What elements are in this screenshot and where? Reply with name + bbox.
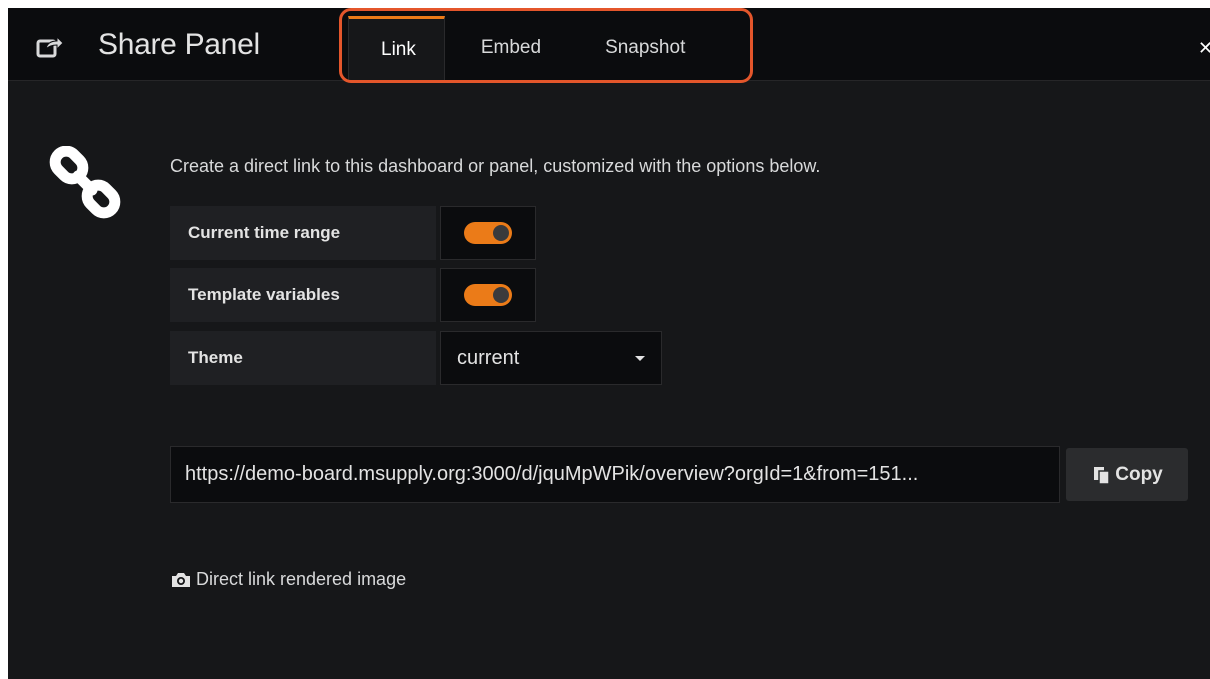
theme-value: current bbox=[457, 346, 520, 369]
tab-snapshot[interactable]: Snapshot bbox=[575, 16, 719, 80]
link-description: Create a direct link to this dashboard o… bbox=[170, 156, 821, 176]
template-vars-switch-container bbox=[440, 268, 536, 322]
copy-icon bbox=[1094, 466, 1110, 485]
share-panel-modal: Share Panel Link Embed Snapshot ✕ Create… bbox=[8, 8, 1210, 679]
time-range-toggle[interactable] bbox=[464, 222, 512, 244]
caret-down-icon bbox=[635, 355, 645, 361]
template-vars-row: Template variables bbox=[170, 268, 536, 322]
link-icon bbox=[49, 146, 121, 219]
time-range-row: Current time range bbox=[170, 206, 536, 260]
theme-label: Theme bbox=[170, 331, 436, 385]
screen: Share Panel Link Embed Snapshot ✕ Create… bbox=[0, 0, 1210, 679]
modal-header: Share Panel Link Embed Snapshot ✕ bbox=[8, 8, 1210, 83]
time-range-label: Current time range bbox=[170, 206, 436, 260]
copy-button-label: Copy bbox=[1115, 463, 1163, 485]
share-icon bbox=[36, 35, 64, 58]
direct-link-rendered-image[interactable]: Direct link rendered image bbox=[170, 569, 406, 590]
modal-title: Share Panel bbox=[98, 28, 260, 61]
toggle-knob bbox=[493, 225, 509, 241]
camera-icon bbox=[172, 572, 190, 587]
tab-embed[interactable]: Embed bbox=[445, 16, 575, 80]
share-url-input[interactable]: https://demo-board.msupply.org:3000/d/jq… bbox=[170, 446, 1060, 503]
close-icon[interactable]: ✕ bbox=[1198, 38, 1210, 59]
toggle-knob bbox=[493, 287, 509, 303]
render-link-label: Direct link rendered image bbox=[196, 569, 407, 589]
template-vars-toggle[interactable] bbox=[464, 284, 512, 306]
theme-row: Theme current bbox=[170, 331, 662, 385]
tab-link[interactable]: Link bbox=[348, 16, 445, 80]
copy-button[interactable]: Copy bbox=[1066, 448, 1188, 501]
share-tabs: Link Embed Snapshot bbox=[348, 16, 719, 80]
time-range-switch-container bbox=[440, 206, 536, 260]
theme-select[interactable]: current bbox=[440, 331, 662, 385]
template-vars-label: Template variables bbox=[170, 268, 436, 322]
